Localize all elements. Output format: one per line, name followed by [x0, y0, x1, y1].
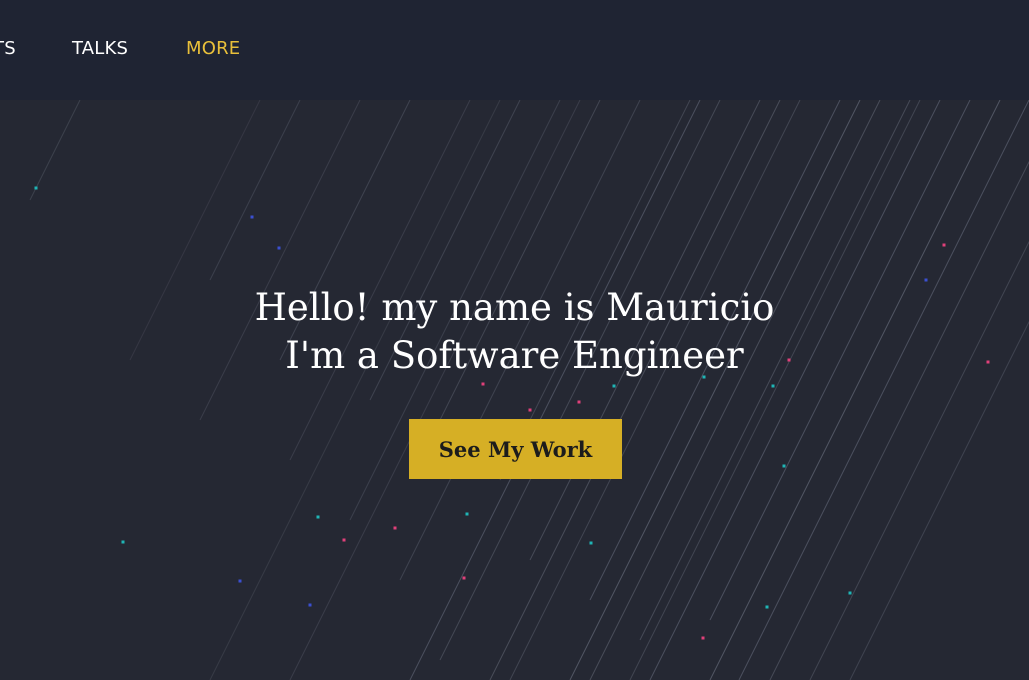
- particle-dot: [589, 541, 593, 545]
- streak-lines: [29, 100, 1029, 680]
- particle-dot: [612, 384, 616, 388]
- particle-dot: [393, 526, 397, 530]
- nav-item-projects-truncated[interactable]: TS: [0, 38, 16, 59]
- particle-dot: [250, 215, 254, 219]
- streak-line: [209, 100, 301, 281]
- streak-line: [489, 100, 781, 680]
- streak-line: [649, 100, 941, 680]
- streak-line: [429, 100, 601, 441]
- particle-dot: [782, 464, 786, 468]
- streak-line: [29, 100, 81, 201]
- particle-dot: [465, 512, 469, 516]
- see-my-work-button[interactable]: See My Work: [409, 419, 622, 479]
- particle-dots: [34, 186, 990, 640]
- streak-line: [738, 100, 1029, 680]
- streak-line: [629, 100, 921, 680]
- particle-dot: [577, 400, 581, 404]
- falling-stars-background: [29, 100, 1029, 680]
- particle-dot: [238, 579, 242, 583]
- particle-dot: [924, 278, 928, 282]
- headline-line-1: Hello! my name is Mauricio: [254, 286, 775, 329]
- particle-dot: [481, 382, 485, 386]
- streak-line: [569, 100, 861, 680]
- particle-dot: [316, 515, 320, 519]
- particle-dot: [308, 603, 312, 607]
- hero-headline: Hello! my name is Mauricio I'm a Softwar…: [0, 284, 1029, 380]
- particle-dot: [765, 605, 769, 609]
- streak-line: [809, 240, 1029, 680]
- streak-line: [509, 100, 801, 680]
- streak-line: [209, 100, 501, 680]
- particle-dot: [701, 636, 705, 640]
- particle-dot: [342, 538, 346, 542]
- particle-dot: [462, 576, 466, 580]
- streak-line: [289, 100, 471, 461]
- particle-dot: [528, 408, 532, 412]
- streak-line: [589, 100, 881, 680]
- particle-dot: [771, 384, 775, 388]
- nav-item-talks[interactable]: TALKS: [72, 38, 128, 59]
- streak-line: [409, 100, 701, 680]
- particle-dot: [848, 591, 852, 595]
- top-navigation: TS TALKS MORE: [0, 0, 1029, 100]
- particle-dot: [277, 246, 281, 250]
- nav-item-more[interactable]: MORE: [186, 38, 240, 59]
- streak-line: [709, 100, 1001, 680]
- hero-section: Hello! my name is Mauricio I'm a Softwar…: [0, 100, 1029, 680]
- particle-dot: [942, 243, 946, 247]
- particle-dot: [34, 186, 38, 190]
- streak-line: [769, 160, 1029, 680]
- streak-line: [439, 100, 721, 661]
- headline-line-2: I'm a Software Engineer: [285, 334, 744, 377]
- streak-line: [289, 100, 581, 680]
- particle-dot: [121, 540, 125, 544]
